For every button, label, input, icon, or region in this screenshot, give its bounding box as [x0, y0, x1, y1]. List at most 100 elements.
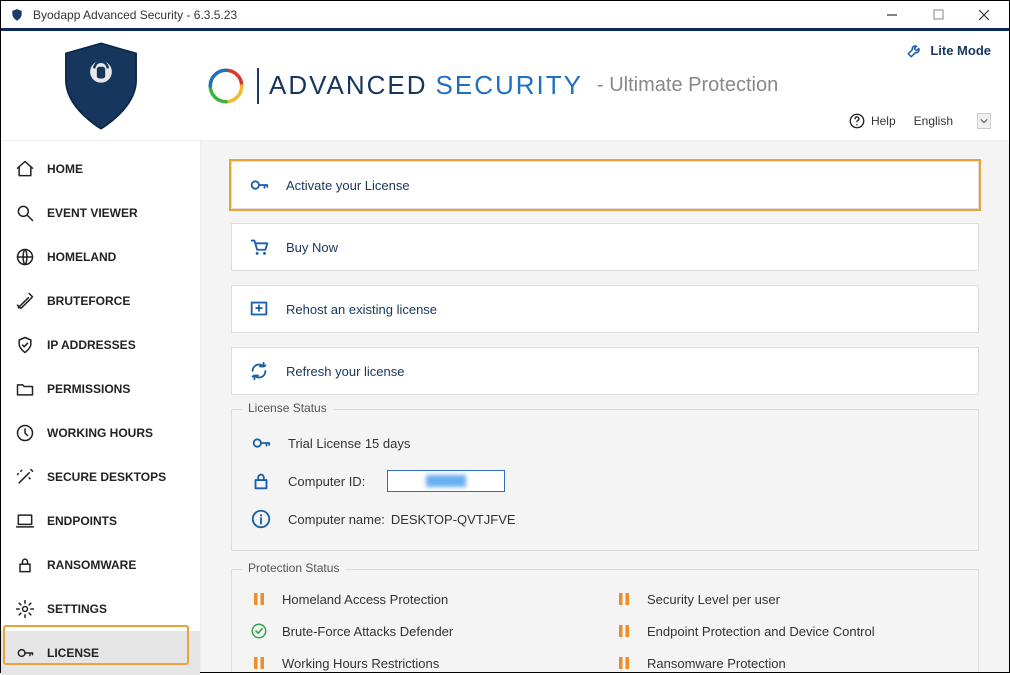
sidebar-item-event-viewer[interactable]: EVENT VIEWER — [1, 191, 200, 235]
rehost-license-button[interactable]: Rehost an existing license — [231, 285, 979, 333]
brand-word-security: SECURITY — [436, 70, 583, 101]
check-circle-icon — [250, 622, 268, 640]
app-header: ADVANCED SECURITY - Ultimate Protection … — [1, 31, 1009, 141]
protection-item-ransomware: Ransomware Protection — [615, 654, 960, 672]
protection-item-bruteforce: Brute-Force Attacks Defender — [250, 622, 595, 640]
brand-text: ADVANCED SECURITY — [269, 70, 583, 101]
wand-icon — [15, 467, 35, 487]
pause-icon — [615, 590, 633, 608]
sidebar-item-label: HOMELAND — [47, 250, 116, 264]
refresh-license-label: Refresh your license — [286, 364, 405, 379]
maximize-button[interactable] — [915, 1, 961, 29]
clock-icon — [15, 423, 35, 443]
app-shield-icon — [9, 7, 25, 23]
protection-item-homeland: Homeland Access Protection — [250, 590, 595, 608]
brand-shield-icon — [55, 40, 147, 132]
home-icon — [15, 159, 35, 179]
key-icon — [250, 432, 272, 454]
refresh-icon — [248, 360, 270, 382]
license-status-legend: License Status — [242, 401, 333, 415]
globe-icon — [15, 247, 35, 267]
window-titlebar: Byodapp Advanced Security - 6.3.5.23 — [1, 1, 1009, 31]
sidebar-item-ransomware[interactable]: RANSOMWARE — [1, 543, 200, 587]
gear-icon — [15, 599, 35, 619]
protection-item-label: Ransomware Protection — [647, 656, 786, 671]
computer-id-value-redacted — [426, 475, 466, 487]
sidebar-item-bruteforce[interactable]: BRUTEFORCE — [1, 279, 200, 323]
computer-name-row: Computer name: DESKTOP-QVTJFVE — [250, 500, 960, 538]
language-selector[interactable]: English — [914, 113, 991, 129]
key-icon — [15, 643, 35, 663]
pause-icon — [615, 654, 633, 672]
language-label: English — [914, 114, 953, 128]
sidebar-item-ip-addresses[interactable]: IP ADDRESSES — [1, 323, 200, 367]
sidebar-item-secure-desktops[interactable]: SECURE DESKTOPS — [1, 455, 200, 499]
window-title: Byodapp Advanced Security - 6.3.5.23 — [33, 8, 869, 22]
header-brand: ADVANCED SECURITY - Ultimate Protection — [201, 31, 819, 140]
sidebar-item-label: HOME — [47, 162, 83, 176]
protection-item-working-hours: Working Hours Restrictions — [250, 654, 595, 672]
sidebar-item-label: BRUTEFORCE — [47, 294, 130, 308]
lite-mode-button[interactable]: Lite Mode — [819, 41, 991, 59]
close-button[interactable] — [961, 1, 1007, 29]
sidebar-item-endpoints[interactable]: ENDPOINTS — [1, 499, 200, 543]
license-status-panel: License Status Trial License 15 days Com… — [231, 409, 979, 551]
activate-license-button[interactable]: Activate your License — [231, 161, 979, 209]
trial-license-row: Trial License 15 days — [250, 424, 960, 462]
trial-license-text: Trial License 15 days — [288, 436, 410, 451]
pause-icon — [615, 622, 633, 640]
protection-item-label: Endpoint Protection and Device Control — [647, 624, 875, 639]
protection-item-label: Homeland Access Protection — [282, 592, 448, 607]
chevron-down-icon — [977, 113, 991, 129]
help-icon — [848, 112, 866, 130]
protection-item-label: Working Hours Restrictions — [282, 656, 439, 671]
sidebar-item-working-hours[interactable]: WORKING HOURS — [1, 411, 200, 455]
protection-item-label: Brute-Force Attacks Defender — [282, 624, 453, 639]
minimize-button[interactable] — [869, 1, 915, 29]
protection-item-security-level: Security Level per user — [615, 590, 960, 608]
laptop-icon — [15, 511, 35, 531]
main-content: Activate your License Buy Now Rehost an … — [201, 141, 1009, 672]
sidebar-item-homeland[interactable]: HOMELAND — [1, 235, 200, 279]
search-icon — [15, 203, 35, 223]
sidebar: HOME EVENT VIEWER HOMELAND BRUTEFORCE IP… — [1, 141, 201, 672]
app-body: HOME EVENT VIEWER HOMELAND BRUTEFORCE IP… — [1, 141, 1009, 672]
sidebar-item-label: SETTINGS — [47, 602, 107, 616]
sidebar-item-home[interactable]: HOME — [1, 147, 200, 191]
computer-id-row: Computer ID: — [250, 462, 960, 500]
info-icon — [250, 508, 272, 530]
computer-id-field[interactable] — [387, 470, 505, 492]
folder-icon — [15, 379, 35, 399]
help-button[interactable]: Help — [848, 112, 896, 130]
help-label: Help — [871, 114, 896, 128]
sidebar-item-label: RANSOMWARE — [47, 558, 136, 572]
rehost-license-label: Rehost an existing license — [286, 302, 437, 317]
brand-word-advanced: ADVANCED — [269, 70, 428, 101]
sidebar-item-permissions[interactable]: PERMISSIONS — [1, 367, 200, 411]
header-shield-area — [1, 31, 201, 140]
protection-item-label: Security Level per user — [647, 592, 780, 607]
sidebar-item-label: PERMISSIONS — [47, 382, 130, 396]
key-icon — [248, 174, 270, 196]
brand-divider — [257, 68, 259, 104]
sidebar-item-settings[interactable]: SETTINGS — [1, 587, 200, 631]
refresh-license-button[interactable]: Refresh your license — [231, 347, 979, 395]
sidebar-item-label: LICENSE — [47, 646, 99, 660]
protection-status-panel: Protection Status Homeland Access Protec… — [231, 569, 979, 672]
sidebar-item-label: ENDPOINTS — [47, 514, 117, 528]
sidebar-item-label: WORKING HOURS — [47, 426, 153, 440]
sidebar-item-label: SECURE DESKTOPS — [47, 470, 166, 484]
sidebar-item-label: IP ADDRESSES — [47, 338, 136, 352]
buy-now-button[interactable]: Buy Now — [231, 223, 979, 271]
wrench-icon — [906, 41, 924, 59]
pause-icon — [250, 590, 268, 608]
brand-tagline: - Ultimate Protection — [597, 74, 778, 97]
computer-id-label: Computer ID: — [288, 474, 365, 489]
protection-status-grid: Homeland Access Protection Security Leve… — [250, 584, 960, 672]
protection-status-legend: Protection Status — [242, 561, 345, 575]
protection-item-endpoint: Endpoint Protection and Device Control — [615, 622, 960, 640]
computer-name-value: DESKTOP-QVTJFVE — [391, 512, 516, 527]
pause-icon — [250, 654, 268, 672]
swirl-logo-icon — [205, 65, 247, 107]
sidebar-item-license[interactable]: LICENSE — [1, 631, 200, 675]
